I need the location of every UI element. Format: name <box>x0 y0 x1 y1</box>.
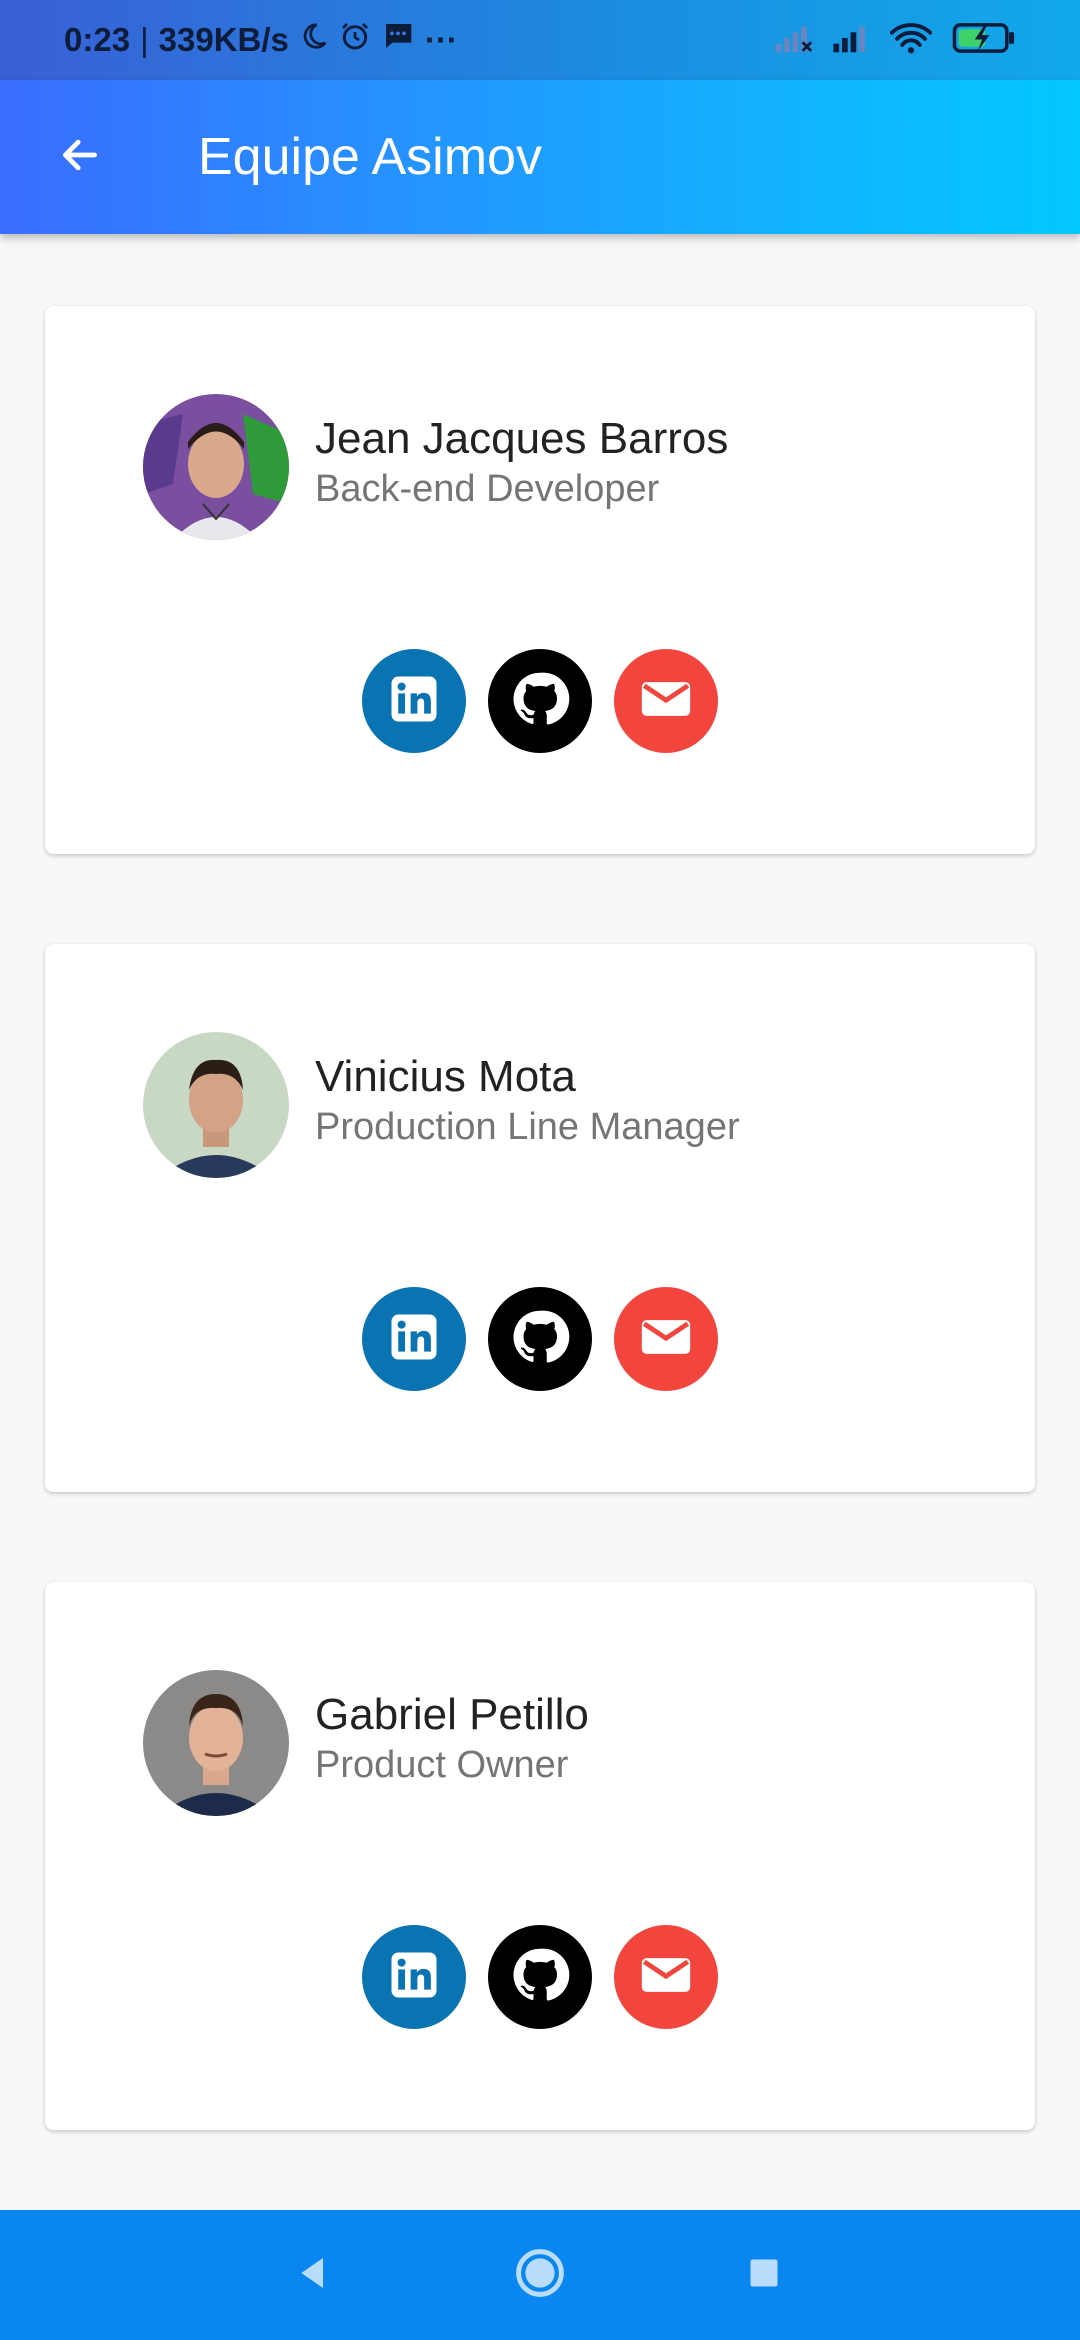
square-recents-icon <box>746 2255 782 2296</box>
nav-back-button[interactable] <box>273 2235 353 2315</box>
alarm-icon <box>339 20 371 60</box>
member-card: Vinicius Mota Production Line Manager <box>45 944 1035 1492</box>
email-button[interactable] <box>614 1925 718 2029</box>
page-title: Equipe Asimov <box>198 128 542 186</box>
email-button[interactable] <box>614 1287 718 1391</box>
member-role: Production Line Manager <box>315 1106 740 1148</box>
github-icon <box>510 669 570 734</box>
nav-home-button[interactable] <box>500 2235 580 2315</box>
message-icon <box>381 20 415 60</box>
more-notifications: ··· <box>424 21 458 58</box>
status-right <box>774 0 1020 80</box>
back-button[interactable] <box>40 117 120 197</box>
member-name: Jean Jacques Barros <box>315 414 729 463</box>
app-bar: Equipe Asimov <box>0 80 1080 234</box>
linkedin-button[interactable] <box>362 1925 466 2029</box>
member-name: Vinicius Mota <box>315 1052 576 1101</box>
linkedin-icon <box>387 1310 441 1369</box>
social-links <box>45 649 1035 753</box>
linkedin-button[interactable] <box>362 649 466 753</box>
avatar <box>143 1032 289 1178</box>
email-icon <box>637 670 695 733</box>
member-card: Jean Jacques Barros Back-end Developer <box>45 306 1035 854</box>
linkedin-icon <box>387 1948 441 2007</box>
social-links <box>45 1287 1035 1391</box>
arrow-back-icon <box>55 133 105 182</box>
github-button[interactable] <box>488 1287 592 1391</box>
moon-icon <box>299 21 329 59</box>
status-bar: 0:23 | 339KB/s ··· <box>0 0 1080 80</box>
circle-home-icon <box>513 2246 567 2305</box>
nav-recents-button[interactable] <box>724 2235 804 2315</box>
email-icon <box>637 1308 695 1371</box>
github-button[interactable] <box>488 1925 592 2029</box>
status-separator: | <box>140 21 149 58</box>
avatar <box>143 394 289 540</box>
battery-charging-icon <box>950 22 1020 59</box>
github-icon <box>510 1945 570 2010</box>
member-name: Gabriel Petillo <box>315 1690 589 1739</box>
linkedin-icon <box>387 672 441 731</box>
status-time: 0:23 <box>64 21 131 58</box>
github-icon <box>510 1307 570 1372</box>
signal-off-icon <box>774 22 814 59</box>
status-left: 0:23 | 339KB/s ··· <box>64 0 458 80</box>
social-links <box>45 1925 1035 2029</box>
email-button[interactable] <box>614 649 718 753</box>
avatar <box>143 1670 289 1816</box>
system-nav-bar <box>0 2210 1080 2340</box>
member-role: Back-end Developer <box>315 468 660 510</box>
status-speed: 339KB/s <box>158 21 289 58</box>
github-button[interactable] <box>488 649 592 753</box>
email-icon <box>637 1946 695 2009</box>
signal-icon <box>832 22 872 59</box>
linkedin-button[interactable] <box>362 1287 466 1391</box>
member-card: Gabriel Petillo Product Owner <box>45 1582 1035 2130</box>
triangle-back-icon <box>293 2253 333 2298</box>
wifi-icon <box>889 22 933 59</box>
member-role: Product Owner <box>315 1744 569 1786</box>
